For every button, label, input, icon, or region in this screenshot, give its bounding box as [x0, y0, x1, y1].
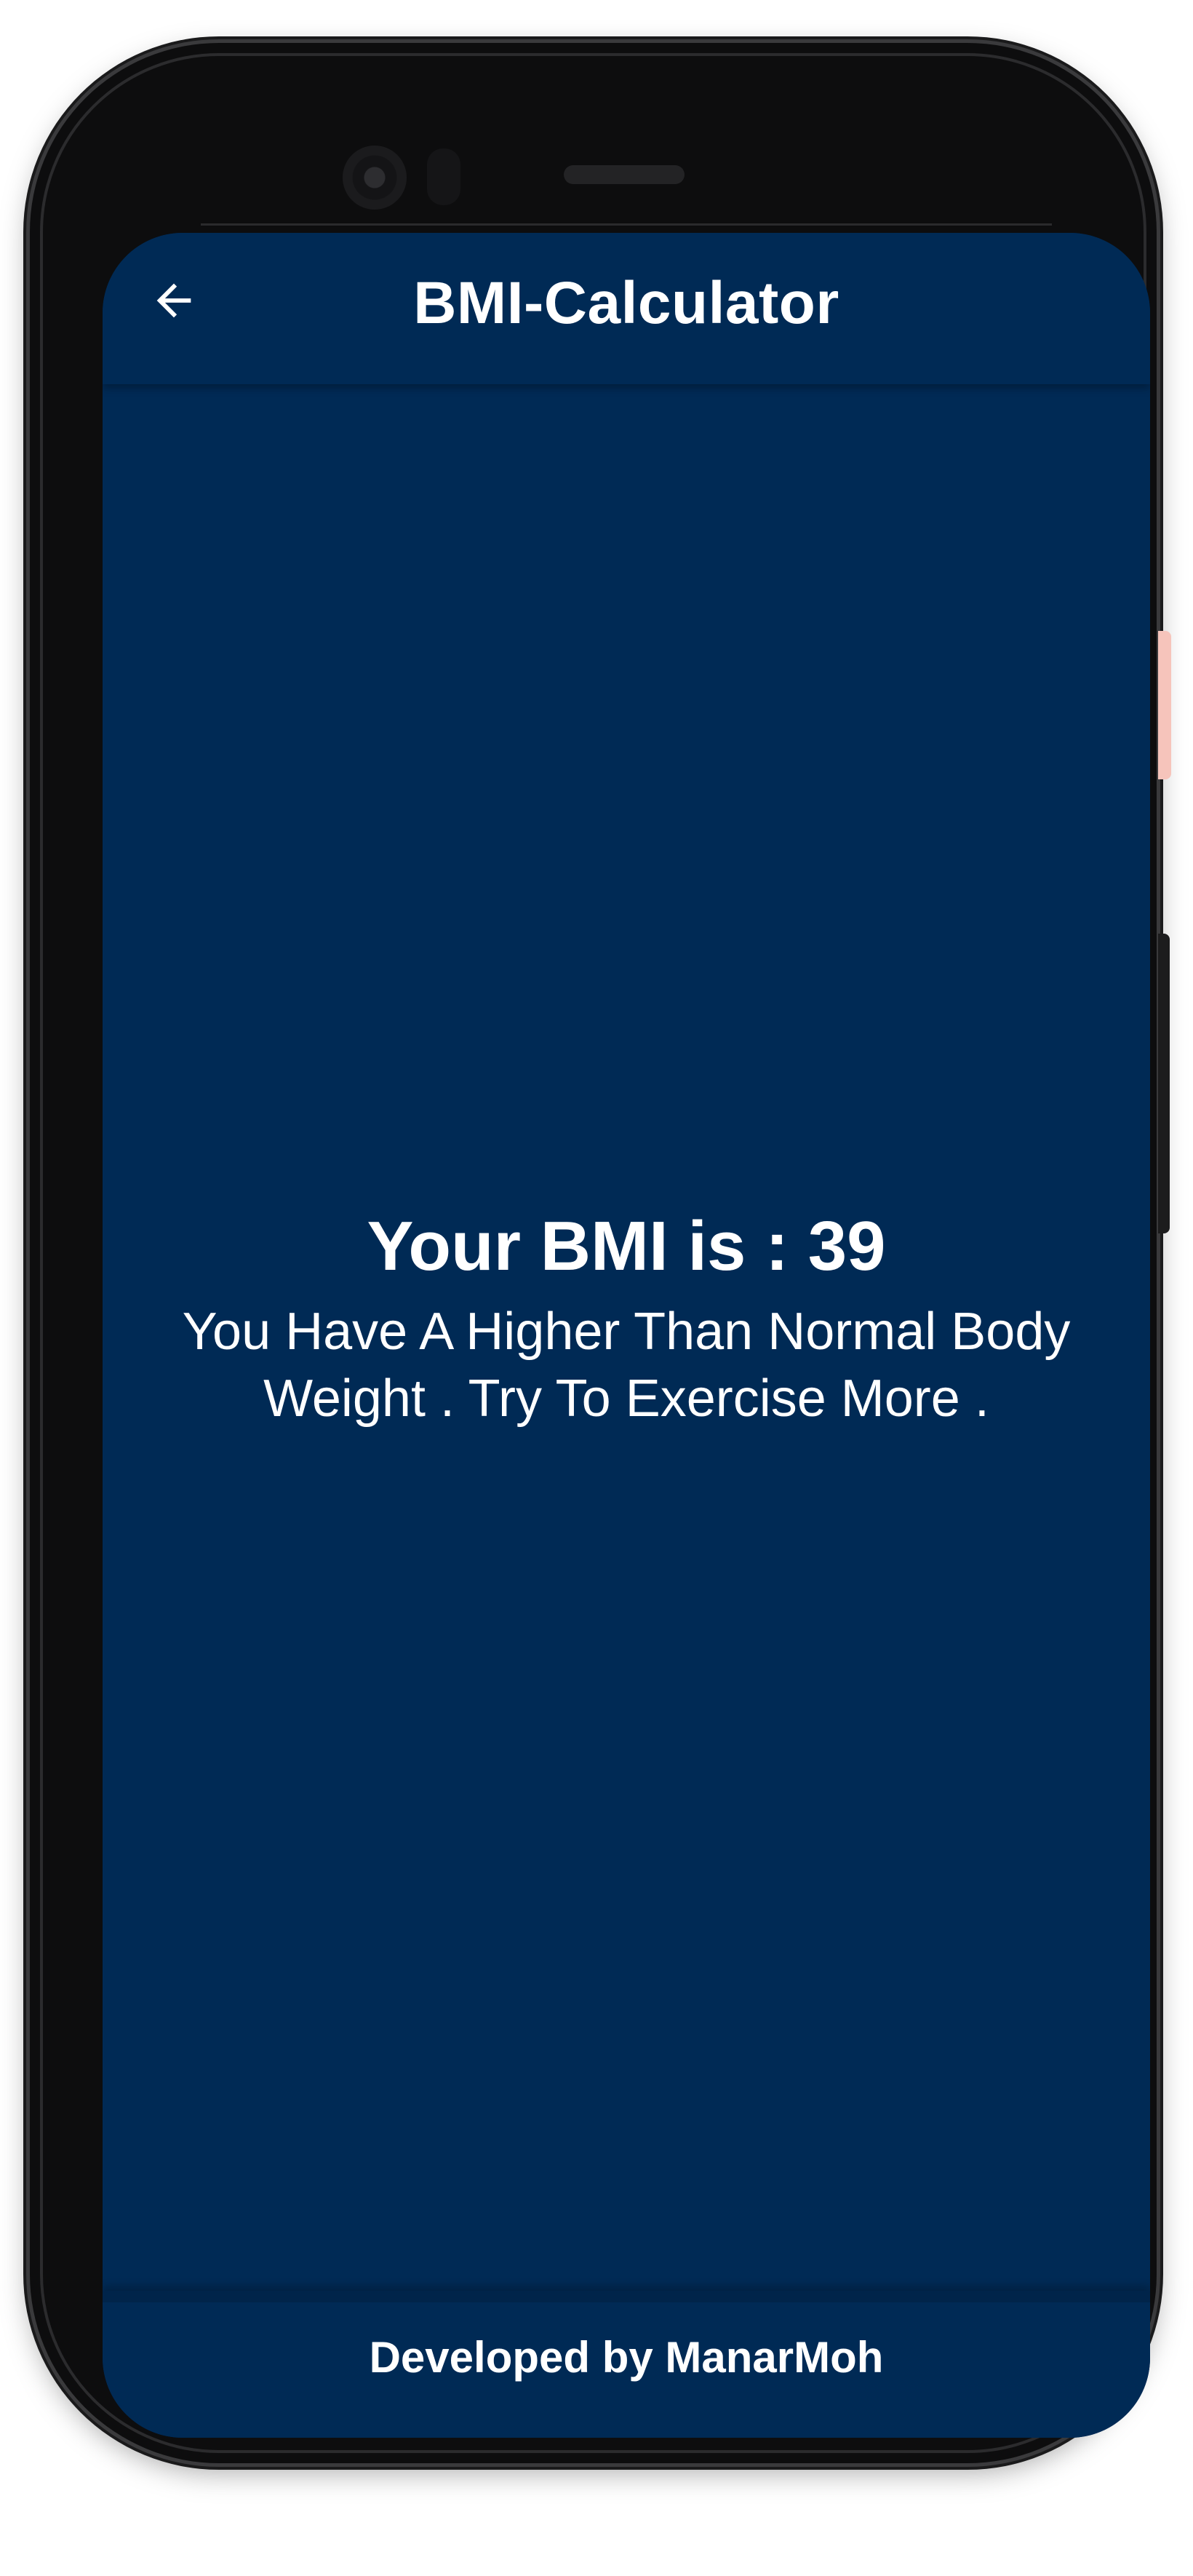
- front-camera: [343, 146, 407, 210]
- page-title: BMI-Calculator: [413, 270, 839, 336]
- footer-bar: Developed by ManarMoh: [103, 2291, 1150, 2438]
- volume-button: [1158, 934, 1170, 1233]
- earpiece-speaker: [564, 165, 685, 184]
- developer-credit: Developed by ManarMoh: [369, 2333, 884, 2382]
- power-button: [1158, 631, 1171, 779]
- proximity-sensor: [427, 148, 460, 205]
- app-bar: BMI-Calculator: [103, 233, 1150, 384]
- phone-frame: BMI-Calculator Your BMI is : 39 You Have…: [30, 43, 1157, 2463]
- bmi-result: Your BMI is : 39: [367, 1207, 886, 1285]
- bmi-message: You Have A Higher Than Normal Body Weigh…: [182, 1302, 1071, 1428]
- app-screen: BMI-Calculator Your BMI is : 39 You Have…: [103, 233, 1150, 2438]
- bezel-edge: [201, 223, 1052, 226]
- result-section: Your BMI is : 39 You Have A Higher Than …: [103, 1208, 1150, 1432]
